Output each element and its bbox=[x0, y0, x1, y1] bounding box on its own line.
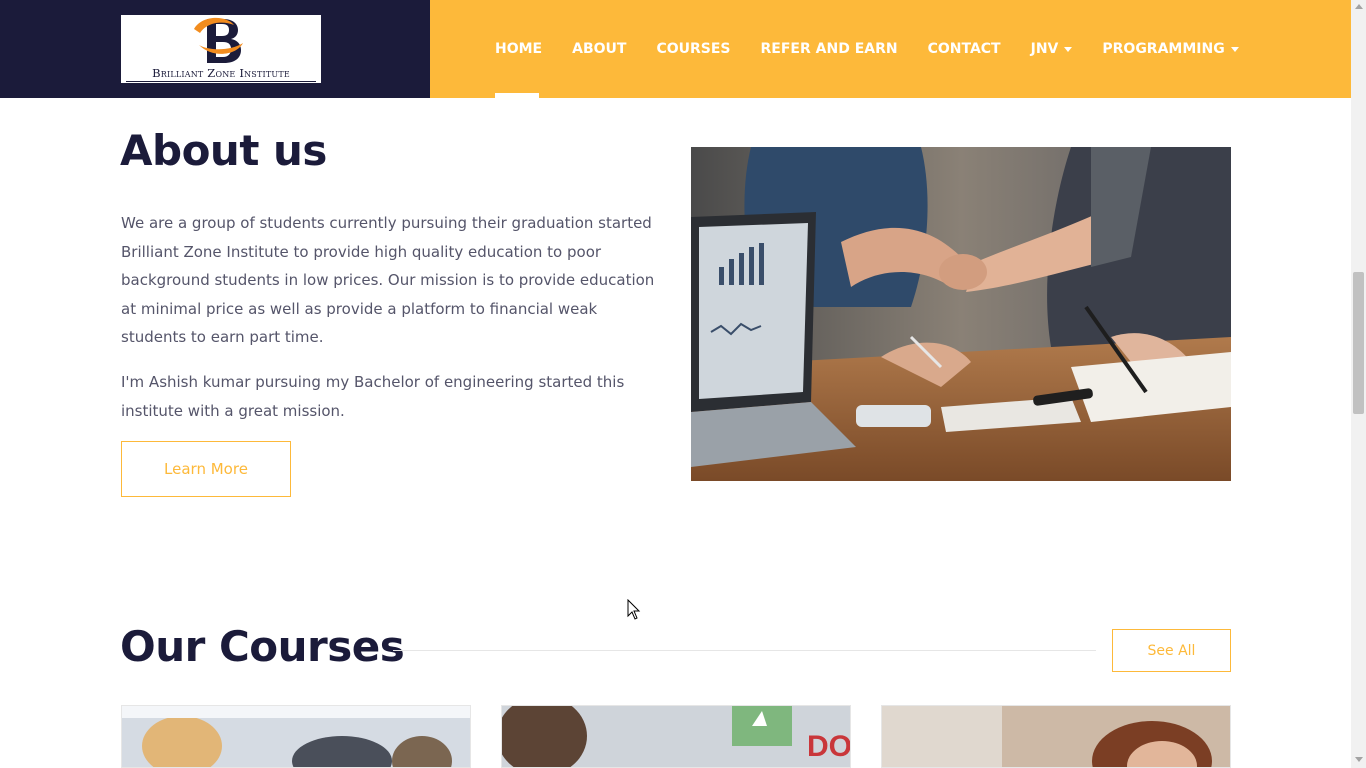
scroll-up-arrow-icon[interactable] bbox=[1355, 4, 1363, 9]
about-title: About us bbox=[120, 126, 327, 175]
nav-item-about[interactable]: ABOUT bbox=[572, 41, 626, 57]
nav-item-jnv[interactable]: JNV bbox=[1031, 41, 1073, 57]
nav-item-label: CONTACT bbox=[927, 41, 1001, 57]
course-image bbox=[882, 706, 1230, 767]
course-card[interactable] bbox=[881, 705, 1231, 768]
caret-down-icon bbox=[1064, 46, 1073, 52]
about-paragraph-1: We are a group of students currently pur… bbox=[121, 214, 655, 346]
logo-text: Brilliant Zone Institute bbox=[152, 66, 290, 80]
logo-underline bbox=[126, 81, 316, 82]
handshake-photo-illustration bbox=[691, 147, 1231, 481]
nav-item-programming[interactable]: PROGRAMMING bbox=[1102, 41, 1239, 57]
scroll-thumb[interactable] bbox=[1353, 272, 1364, 414]
mouse-pointer-icon bbox=[627, 599, 641, 620]
nav-item-label: PROGRAMMING bbox=[1102, 41, 1225, 57]
courses-title: Our Courses bbox=[120, 622, 405, 671]
course-card[interactable] bbox=[121, 705, 471, 768]
see-all-button[interactable]: See All bbox=[1112, 629, 1231, 672]
learn-more-button[interactable]: Learn More bbox=[121, 441, 291, 497]
nav-item-refer-and-earn[interactable]: REFER AND EARN bbox=[761, 41, 898, 57]
scroll-down-arrow-icon[interactable] bbox=[1355, 757, 1363, 762]
nav-item-contact[interactable]: CONTACT bbox=[928, 41, 1001, 57]
about-paragraph-2: I'm Ashish kumar pursuing my Bachelor of… bbox=[121, 373, 625, 420]
nav-item-label: ABOUT bbox=[572, 41, 627, 57]
page-scrollbar[interactable] bbox=[1351, 0, 1366, 768]
course-image: DO bbox=[502, 706, 851, 767]
nav-item-label: JNV bbox=[1030, 41, 1059, 57]
courses-divider bbox=[393, 650, 1096, 651]
logo-mark-icon bbox=[121, 15, 321, 65]
site-logo[interactable]: Brilliant Zone Institute bbox=[121, 15, 321, 83]
main-nav: HOME ABOUT COURSES REFER AND EARN CONTAC… bbox=[495, 0, 1269, 98]
course-card[interactable]: DO bbox=[501, 705, 851, 768]
course-image bbox=[122, 706, 470, 767]
nav-item-label: COURSES bbox=[656, 41, 731, 57]
svg-text:DO: DO bbox=[807, 730, 851, 763]
header-brand-area: Brilliant Zone Institute bbox=[0, 0, 430, 98]
nav-item-label: REFER AND EARN bbox=[760, 41, 898, 57]
caret-down-icon bbox=[1230, 46, 1239, 52]
active-nav-indicator bbox=[495, 93, 539, 98]
nav-item-courses[interactable]: COURSES bbox=[656, 41, 730, 57]
nav-item-label: HOME bbox=[495, 41, 543, 57]
nav-item-home[interactable]: HOME bbox=[495, 41, 542, 57]
about-image-handshake bbox=[691, 147, 1231, 481]
